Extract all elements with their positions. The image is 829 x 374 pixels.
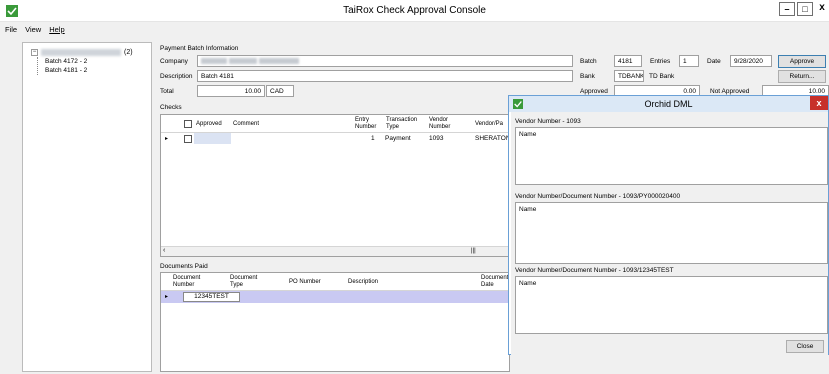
bank-label: Bank [580,73,595,80]
company-label: Company [160,58,188,65]
tree-item-batch-4172[interactable]: Batch 4172 - 2 [45,58,87,65]
dialog-title-bar: Orchid DML x [509,96,828,112]
scroll-thumb-icon[interactable]: ||| [471,248,476,254]
menu-view[interactable]: View [25,25,41,38]
section-document1-label: Vendor Number/Document Number - 1093/PY0… [515,193,681,200]
maximize-button[interactable]: □ [797,2,813,16]
entries-label: Entries [650,58,671,65]
scroll-left-icon[interactable]: ‹ [163,247,165,254]
tree-root-count: (2) [124,49,133,56]
dialog-body: Vendor Number - 1093 Name Vendor Number/… [511,112,828,356]
description-field[interactable]: Batch 4181 [197,70,573,82]
currency-field[interactable]: CAD [266,85,294,97]
col-document-date[interactable]: Document Date [481,275,511,289]
checks-grid-header: Approved Comment Entry Number Transactio… [161,115,509,133]
payment-batch-group-label: Payment Batch Information [160,45,239,52]
vendor-name-grid[interactable]: Name [515,127,828,185]
section-vendor-label: Vendor Number - 1093 [515,118,581,125]
cell-vendor-number: 1093 [429,135,444,142]
section-document2-label: Vendor Number/Document Number - 1093/123… [515,267,674,274]
col-document-number[interactable]: Document Number [173,275,209,289]
date-field[interactable]: 9/28/2020 [730,55,772,67]
window-title: TaiRox Check Approval Console [343,5,486,16]
date-label: Date [707,58,721,65]
col-approved[interactable]: Approved [196,121,222,128]
menu-file[interactable]: File [5,25,17,38]
minimize-button[interactable]: – [779,2,795,16]
total-label: Total [160,88,174,95]
bank-code-field[interactable]: TDBANK [614,70,644,82]
dialog-close-icon[interactable]: x [810,96,828,110]
col-comment[interactable]: Comment [233,121,259,128]
orchid-dml-dialog: Orchid DML x Vendor Number - 1093 Name V… [508,95,829,356]
batch-label: Batch [580,58,597,65]
grid-header-name[interactable]: Name [519,206,536,213]
cell-vendor-payee: SHERATON [475,135,511,142]
bank-name: TD Bank [649,73,675,80]
row-selector-icon: ▸ [165,294,169,300]
batch-field[interactable]: 4181 [614,55,642,67]
checks-grid[interactable]: Approved Comment Entry Number Transactio… [160,114,511,257]
cell-document-number[interactable]: 12345TEST [183,292,240,302]
col-description[interactable]: Description [348,279,378,286]
checks-group-label: Checks [160,104,182,111]
return-button[interactable]: Return... [778,70,826,83]
not-approved-label: Not Approved [710,88,750,95]
tree-item-batch-4181[interactable]: Batch 4181 - 2 [45,67,87,74]
approve-all-checkbox[interactable] [184,120,192,128]
total-field[interactable]: 10.00 [197,85,265,97]
tree-root[interactable]: − (2) [31,49,133,56]
cell-transaction-type: Payment [385,135,411,142]
close-window-button[interactable]: x [815,2,829,16]
batch-tree[interactable]: − (2) Batch 4172 - 2 Batch 4181 - 2 [22,42,152,372]
redacted-company-name [41,49,121,56]
grid-header-name[interactable]: Name [519,131,536,138]
col-po-number[interactable]: PO Number [289,279,321,286]
company-field[interactable] [197,55,573,67]
cell-entry-number: 1 [371,135,375,142]
documents-grid-header: Document Number Document Type PO Number … [161,273,509,291]
menu-help[interactable]: Help [49,25,64,38]
tree-connector [37,57,38,75]
approved-label: Approved [580,88,608,95]
col-vendor-payee[interactable]: Vendor/Pa [475,121,503,128]
document1-name-grid[interactable]: Name [515,202,828,264]
col-document-type[interactable]: Document Type [230,275,262,289]
row-selector-icon: ▸ [165,136,169,142]
col-transaction-type[interactable]: Transaction Type [386,117,420,131]
entries-field[interactable]: 1 [679,55,699,67]
col-vendor-number[interactable]: Vendor Number [429,117,459,131]
grid-header-name[interactable]: Name [519,280,536,287]
documents-group-label: Documents Paid [160,263,208,270]
approved-checkbox[interactable] [184,135,192,143]
dialog-close-button[interactable]: Close [786,340,824,353]
dialog-title: Orchid DML [644,99,693,109]
documents-grid[interactable]: Document Number Document Type PO Number … [160,272,510,372]
checks-horizontal-scrollbar[interactable]: ‹ ||| [161,246,509,256]
title-bar: TaiRox Check Approval Console – □ x [0,0,829,22]
document2-name-grid[interactable]: Name [515,276,828,334]
description-label: Description [160,73,193,80]
menu-bar: File View Help [0,22,829,38]
col-entry-number[interactable]: Entry Number [355,117,383,131]
minus-box-icon[interactable]: − [31,49,38,56]
approved-cell[interactable] [194,133,231,144]
approve-button[interactable]: Approve [778,55,826,68]
